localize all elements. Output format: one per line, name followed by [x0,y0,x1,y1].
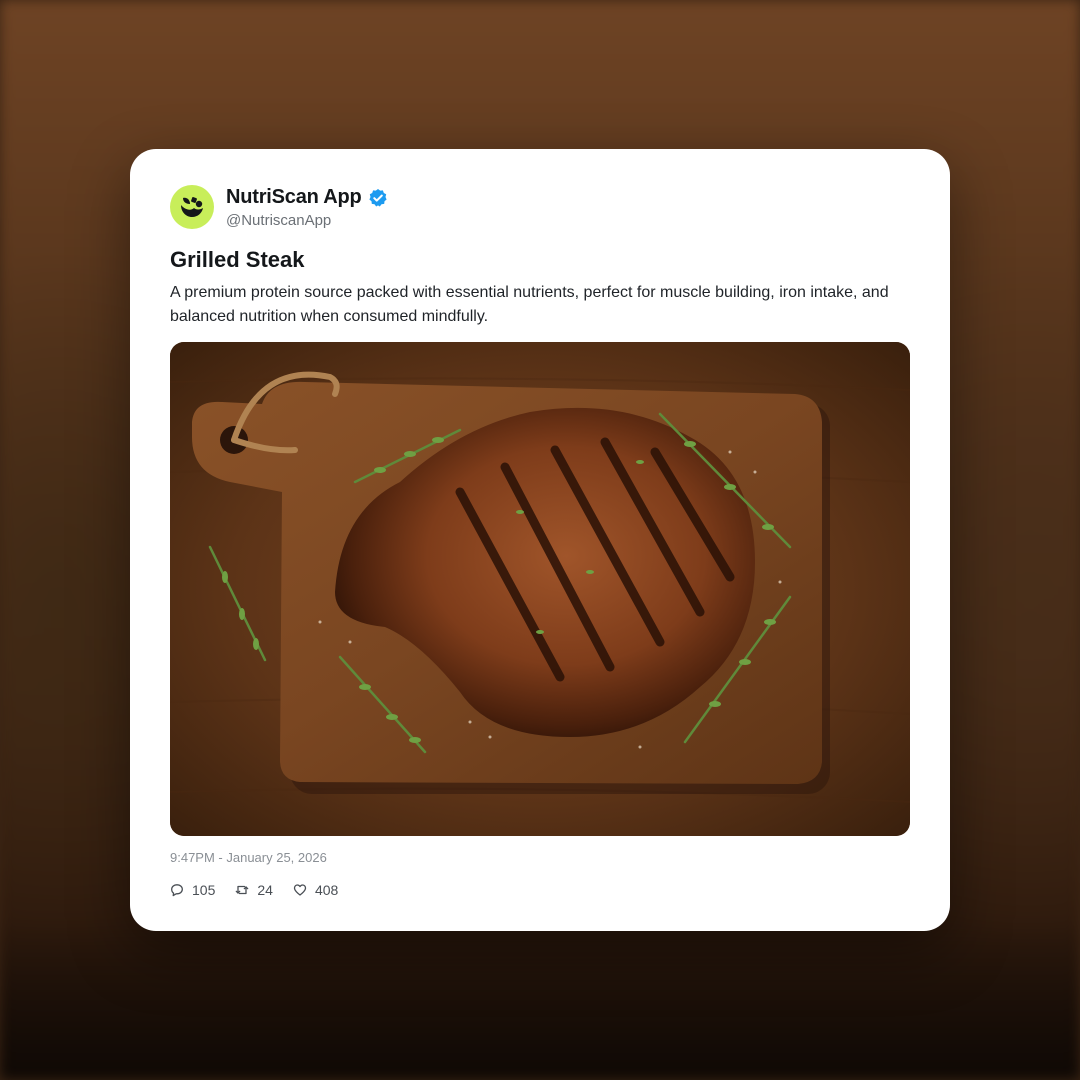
heart-icon [293,884,307,896]
post-title: Grilled Steak [170,247,305,272]
author-name[interactable]: NutriScan App [226,186,362,209]
post-timestamp[interactable]: 9:47PM - January 25, 2026 [170,850,327,865]
like-button[interactable]: 408 [293,882,338,898]
avatar[interactable] [170,185,214,229]
like-count: 408 [314,882,339,898]
author-handle[interactable]: @NutriscanApp [226,212,388,229]
repost-count: 24 [257,882,273,898]
post-image[interactable] [170,342,910,836]
nutriscan-logo-icon [181,197,203,217]
author-name-row: NutriScan App [226,186,388,210]
author-identity: NutriScan App @NutriscanApp [226,186,388,229]
grilled-steak-image [170,342,910,836]
reply-icon [171,884,183,897]
reply-button[interactable]: 105 [170,882,215,898]
post-header: NutriScan App @NutriscanApp [170,185,388,229]
repost-button[interactable]: 24 [235,882,273,898]
post-card: NutriScan App @NutriscanApp Grilled Stea… [130,149,950,931]
repost-icon [236,885,249,895]
post-description: A premium protein source packed with ess… [170,284,889,325]
reply-count: 105 [192,882,216,898]
verified-badge-icon [368,188,388,208]
post-actions: 105 24 408 [170,880,358,900]
